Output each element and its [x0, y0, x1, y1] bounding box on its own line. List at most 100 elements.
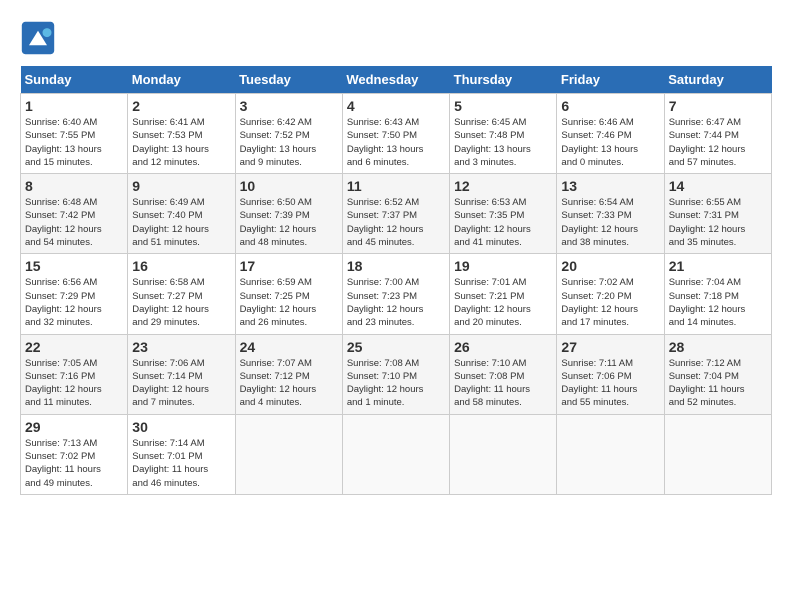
- calendar-cell: 1 Sunrise: 6:40 AM Sunset: 7:55 PM Daylig…: [21, 94, 128, 174]
- day-info: Sunrise: 7:13 AM Sunset: 7:02 PM Dayligh…: [25, 437, 123, 490]
- calendar-cell: 20 Sunrise: 7:02 AM Sunset: 7:20 PM Dayli…: [557, 254, 664, 334]
- day-number: 28: [669, 339, 767, 355]
- day-number: 26: [454, 339, 552, 355]
- calendar-cell: 17 Sunrise: 6:59 AM Sunset: 7:25 PM Dayli…: [235, 254, 342, 334]
- day-number: 18: [347, 258, 445, 274]
- day-number: 21: [669, 258, 767, 274]
- day-info: Sunrise: 7:08 AM Sunset: 7:10 PM Dayligh…: [347, 357, 445, 410]
- logo: [20, 20, 62, 56]
- day-number: 10: [240, 178, 338, 194]
- day-info: Sunrise: 6:45 AM Sunset: 7:48 PM Dayligh…: [454, 116, 552, 169]
- calendar-cell: 30Sunrise: 7:14 AM Sunset: 7:01 PM Dayli…: [128, 414, 235, 494]
- calendar-cell: 8 Sunrise: 6:48 AM Sunset: 7:42 PM Daylig…: [21, 174, 128, 254]
- day-info: Sunrise: 6:47 AM Sunset: 7:44 PM Dayligh…: [669, 116, 767, 169]
- day-info: Sunrise: 6:58 AM Sunset: 7:27 PM Dayligh…: [132, 276, 230, 329]
- calendar-week-row: 29 Sunrise: 7:13 AM Sunset: 7:02 PM Dayli…: [21, 414, 772, 494]
- day-info: Sunrise: 6:49 AM Sunset: 7:40 PM Dayligh…: [132, 196, 230, 249]
- calendar-cell: 14 Sunrise: 6:55 AM Sunset: 7:31 PM Dayli…: [664, 174, 771, 254]
- calendar-cell: 29 Sunrise: 7:13 AM Sunset: 7:02 PM Dayli…: [21, 414, 128, 494]
- calendar-cell: 4 Sunrise: 6:43 AM Sunset: 7:50 PM Daylig…: [342, 94, 449, 174]
- day-header-sunday: Sunday: [21, 66, 128, 94]
- day-info: Sunrise: 6:40 AM Sunset: 7:55 PM Dayligh…: [25, 116, 123, 169]
- day-info: Sunrise: 6:54 AM Sunset: 7:33 PM Dayligh…: [561, 196, 659, 249]
- day-number: 30: [132, 419, 230, 435]
- day-info: Sunrise: 7:07 AM Sunset: 7:12 PM Dayligh…: [240, 357, 338, 410]
- day-header-saturday: Saturday: [664, 66, 771, 94]
- day-info: Sunrise: 7:00 AM Sunset: 7:23 PM Dayligh…: [347, 276, 445, 329]
- day-info: Sunrise: 6:43 AM Sunset: 7:50 PM Dayligh…: [347, 116, 445, 169]
- day-info: Sunrise: 7:01 AM Sunset: 7:21 PM Dayligh…: [454, 276, 552, 329]
- calendar-cell: 11 Sunrise: 6:52 AM Sunset: 7:37 PM Dayli…: [342, 174, 449, 254]
- calendar-cell: [342, 414, 449, 494]
- calendar-cell: 12 Sunrise: 6:53 AM Sunset: 7:35 PM Dayli…: [450, 174, 557, 254]
- calendar-table: SundayMondayTuesdayWednesdayThursdayFrid…: [20, 66, 772, 495]
- calendar-week-row: 22 Sunrise: 7:05 AM Sunset: 7:16 PM Dayli…: [21, 334, 772, 414]
- day-info: Sunrise: 6:41 AM Sunset: 7:53 PM Dayligh…: [132, 116, 230, 169]
- day-number: 24: [240, 339, 338, 355]
- calendar-cell: 23Sunrise: 7:06 AM Sunset: 7:14 PM Dayli…: [128, 334, 235, 414]
- calendar-cell: 24 Sunrise: 7:07 AM Sunset: 7:12 PM Dayli…: [235, 334, 342, 414]
- day-info: Sunrise: 6:53 AM Sunset: 7:35 PM Dayligh…: [454, 196, 552, 249]
- day-info: Sunrise: 6:46 AM Sunset: 7:46 PM Dayligh…: [561, 116, 659, 169]
- calendar-cell: [557, 414, 664, 494]
- calendar-cell: 10 Sunrise: 6:50 AM Sunset: 7:39 PM Dayli…: [235, 174, 342, 254]
- calendar-cell: 3 Sunrise: 6:42 AM Sunset: 7:52 PM Daylig…: [235, 94, 342, 174]
- calendar-cell: 18 Sunrise: 7:00 AM Sunset: 7:23 PM Dayli…: [342, 254, 449, 334]
- day-info: Sunrise: 6:59 AM Sunset: 7:25 PM Dayligh…: [240, 276, 338, 329]
- day-number: 20: [561, 258, 659, 274]
- day-number: 14: [669, 178, 767, 194]
- calendar-week-row: 8 Sunrise: 6:48 AM Sunset: 7:42 PM Daylig…: [21, 174, 772, 254]
- day-number: 11: [347, 178, 445, 194]
- calendar-cell: 5 Sunrise: 6:45 AM Sunset: 7:48 PM Daylig…: [450, 94, 557, 174]
- day-number: 19: [454, 258, 552, 274]
- day-info: Sunrise: 6:42 AM Sunset: 7:52 PM Dayligh…: [240, 116, 338, 169]
- calendar-cell: 15 Sunrise: 6:56 AM Sunset: 7:29 PM Dayli…: [21, 254, 128, 334]
- calendar-cell: 22 Sunrise: 7:05 AM Sunset: 7:16 PM Dayli…: [21, 334, 128, 414]
- calendar-cell: 9Sunrise: 6:49 AM Sunset: 7:40 PM Daylig…: [128, 174, 235, 254]
- day-info: Sunrise: 7:10 AM Sunset: 7:08 PM Dayligh…: [454, 357, 552, 410]
- day-info: Sunrise: 6:48 AM Sunset: 7:42 PM Dayligh…: [25, 196, 123, 249]
- calendar-cell: 16 Sunrise: 6:58 AM Sunset: 7:27 PM Dayli…: [128, 254, 235, 334]
- day-number: 22: [25, 339, 123, 355]
- day-info: Sunrise: 7:02 AM Sunset: 7:20 PM Dayligh…: [561, 276, 659, 329]
- day-number: 1: [25, 98, 123, 114]
- calendar-week-row: 1 Sunrise: 6:40 AM Sunset: 7:55 PM Daylig…: [21, 94, 772, 174]
- day-info: Sunrise: 7:12 AM Sunset: 7:04 PM Dayligh…: [669, 357, 767, 410]
- day-number: 5: [454, 98, 552, 114]
- calendar-cell: 26 Sunrise: 7:10 AM Sunset: 7:08 PM Dayli…: [450, 334, 557, 414]
- logo-icon: [20, 20, 56, 56]
- day-number: 27: [561, 339, 659, 355]
- calendar-cell: 25Sunrise: 7:08 AM Sunset: 7:10 PM Dayli…: [342, 334, 449, 414]
- day-info: Sunrise: 6:55 AM Sunset: 7:31 PM Dayligh…: [669, 196, 767, 249]
- day-info: Sunrise: 7:11 AM Sunset: 7:06 PM Dayligh…: [561, 357, 659, 410]
- day-number: 16: [132, 258, 230, 274]
- day-number: 2: [132, 98, 230, 114]
- day-number: 4: [347, 98, 445, 114]
- day-info: Sunrise: 7:04 AM Sunset: 7:18 PM Dayligh…: [669, 276, 767, 329]
- day-number: 8: [25, 178, 123, 194]
- calendar-cell: 27 Sunrise: 7:11 AM Sunset: 7:06 PM Dayli…: [557, 334, 664, 414]
- calendar-cell: 6Sunrise: 6:46 AM Sunset: 7:46 PM Daylig…: [557, 94, 664, 174]
- day-number: 3: [240, 98, 338, 114]
- day-number: 12: [454, 178, 552, 194]
- calendar-body: 1 Sunrise: 6:40 AM Sunset: 7:55 PM Daylig…: [21, 94, 772, 495]
- day-header-tuesday: Tuesday: [235, 66, 342, 94]
- calendar-week-row: 15 Sunrise: 6:56 AM Sunset: 7:29 PM Dayli…: [21, 254, 772, 334]
- day-header-wednesday: Wednesday: [342, 66, 449, 94]
- calendar-cell: [664, 414, 771, 494]
- day-info: Sunrise: 6:52 AM Sunset: 7:37 PM Dayligh…: [347, 196, 445, 249]
- day-header-thursday: Thursday: [450, 66, 557, 94]
- day-number: 17: [240, 258, 338, 274]
- calendar-header-row: SundayMondayTuesdayWednesdayThursdayFrid…: [21, 66, 772, 94]
- day-header-monday: Monday: [128, 66, 235, 94]
- calendar-cell: 19 Sunrise: 7:01 AM Sunset: 7:21 PM Dayli…: [450, 254, 557, 334]
- day-number: 29: [25, 419, 123, 435]
- day-info: Sunrise: 7:05 AM Sunset: 7:16 PM Dayligh…: [25, 357, 123, 410]
- calendar-cell: [235, 414, 342, 494]
- day-info: Sunrise: 6:50 AM Sunset: 7:39 PM Dayligh…: [240, 196, 338, 249]
- day-number: 15: [25, 258, 123, 274]
- day-info: Sunrise: 7:06 AM Sunset: 7:14 PM Dayligh…: [132, 357, 230, 410]
- calendar-cell: 28 Sunrise: 7:12 AM Sunset: 7:04 PM Dayli…: [664, 334, 771, 414]
- day-info: Sunrise: 6:56 AM Sunset: 7:29 PM Dayligh…: [25, 276, 123, 329]
- day-number: 13: [561, 178, 659, 194]
